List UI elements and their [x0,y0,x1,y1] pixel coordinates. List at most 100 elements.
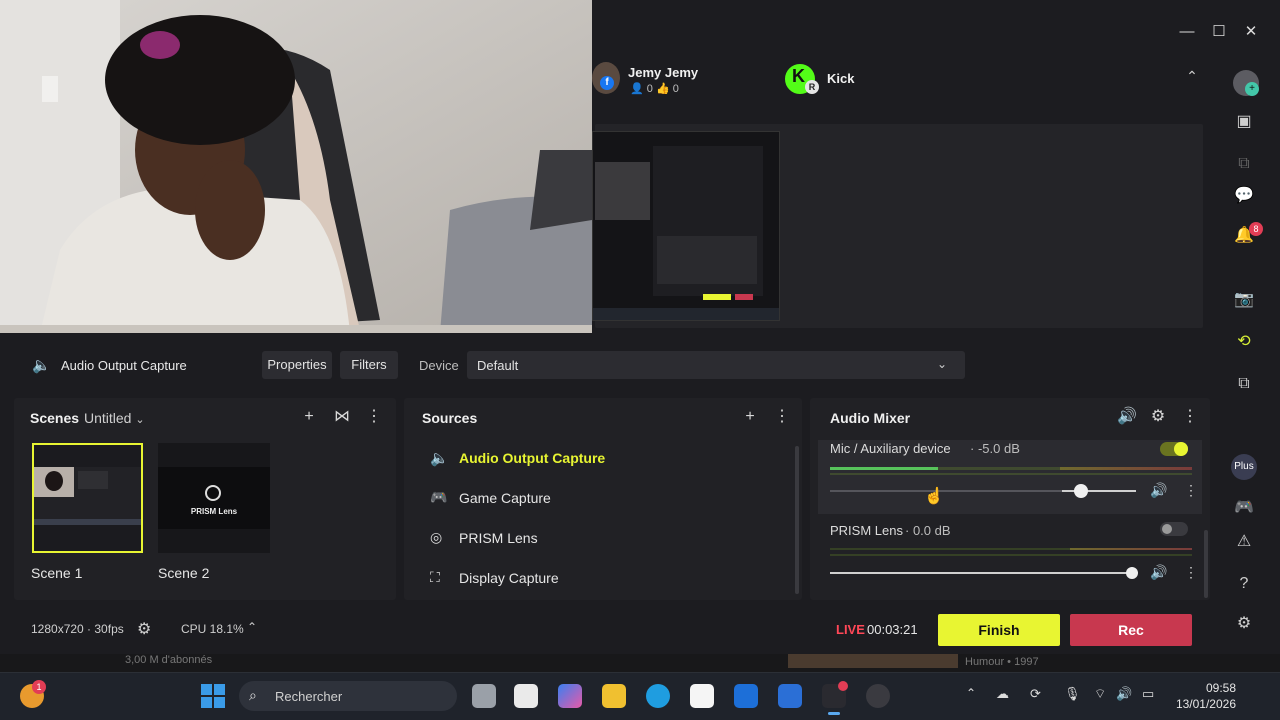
channel-toggle[interactable] [1160,442,1188,456]
chevron-up-icon[interactable]: ⌃ [247,620,257,634]
channel-toggle[interactable] [1160,522,1188,536]
store-app-icon[interactable] [690,684,714,708]
source-item[interactable]: 🎮 Game Capture [428,486,788,512]
source-label: PRISM Lens [459,530,538,546]
minimize-button[interactable]: — [1176,22,1198,42]
more-options-icon[interactable]: ⋮ [365,408,383,426]
slider-handle[interactable] [1074,484,1088,498]
scene-copy-icon[interactable]: ⧉ [1234,374,1254,394]
properties-button[interactable]: Properties [262,351,332,379]
slider-handle[interactable] [1126,567,1138,579]
speaker-icon: 🔈 [32,357,51,374]
capcut-app-icon[interactable] [514,684,538,708]
scene-thumbnail-1[interactable] [32,443,143,553]
scene-collection-name: Untitled [84,410,132,426]
clock-time[interactable]: 09:58 [1172,681,1236,695]
more-options-icon[interactable]: ⋮ [773,408,791,426]
gear-icon[interactable]: ⚙ [1149,408,1167,426]
finish-button[interactable]: Finish [938,614,1060,646]
file-explorer-app-icon[interactable] [472,684,496,708]
channel-stats: 👤 0 👍 0 [630,82,679,95]
channel-db: · -5.0 dB [970,441,1020,456]
like-icon: 👍 [655,83,670,95]
rec-button[interactable]: Rec [1070,614,1192,646]
search-placeholder: Rechercher [275,689,343,704]
obs-app-icon[interactable] [866,684,890,708]
volume-slider[interactable] [830,484,1136,498]
add-scene-icon[interactable]: + [300,408,318,426]
source-label: Display Capture [459,570,559,586]
wifi-icon[interactable]: ⌔ [1094,686,1106,702]
volume-icon[interactable]: 🔊 [1116,686,1132,702]
scene-collection-select[interactable]: Untitled ⌄ [84,410,145,426]
more-options-icon[interactable]: ⋮ [1184,564,1198,581]
sources-scrollbar[interactable] [795,446,799,594]
search-box[interactable]: ⌕ Rechercher [239,681,457,711]
channel-name: Mic / Auxiliary device [830,441,951,456]
scene-label-2[interactable]: Scene 2 [158,565,209,581]
lens-icon: ◎ [430,529,443,545]
scene-thumbnail-2[interactable]: PRISM Lens [158,443,270,553]
volume-slider[interactable] [830,567,1138,579]
title-bar: — ☐ ✕ [592,0,1257,48]
outlook-app-icon[interactable] [778,684,802,708]
mixer-channel-1: Mic / Auxiliary device · -5.0 dB 🔊 ⋮ [818,440,1202,514]
background-video-meta: Humour • 1997 [965,656,1039,668]
transition-icon[interactable]: ⋈ [333,408,351,426]
close-button[interactable]: ✕ [1240,22,1262,42]
maximize-button[interactable]: ☐ [1208,22,1230,42]
chevron-down-icon: ⌄ [135,414,145,426]
gear-icon[interactable]: ⚙ [137,619,151,639]
microphone-icon[interactable]: 🎙 [1064,686,1081,702]
kick-badge: R [805,80,819,94]
source-item[interactable]: ⛶ Display Capture [428,566,788,592]
start-icon[interactable] [201,684,225,708]
source-item[interactable]: 🔈 Audio Output Capture [428,446,788,472]
collapse-chevron-icon[interactable]: ⌃ [1184,68,1200,84]
level-meter [830,548,1192,550]
chat-icon[interactable]: 💬 [1234,186,1254,206]
help-icon[interactable]: ? [1234,574,1254,594]
vscode-app-icon[interactable] [734,684,758,708]
filters-button[interactable]: Filters [340,351,398,379]
scene-label-1[interactable]: Scene 1 [31,565,82,581]
scenes-title: Scenes [30,410,80,426]
volume-icon[interactable]: 🔊 [1150,564,1167,581]
sync-icon[interactable]: ⟳ [1030,686,1041,702]
widget-badge: 1 [32,680,46,694]
more-options-icon[interactable]: ⋮ [1181,408,1199,426]
edge-app-icon[interactable] [646,684,670,708]
volume-icon[interactable]: 🔊 [1117,408,1137,426]
active-app-indicator [828,712,840,715]
add-source-icon[interactable]: + [741,408,759,426]
battery-icon[interactable]: ▭ [1142,686,1154,702]
channel-name: Jemy Jemy [628,65,699,80]
layout-icon[interactable]: ▣ [1234,112,1254,132]
channel-name: PRISM Lens [830,523,903,538]
viewer-count: 0 [646,83,653,95]
more-options-icon[interactable]: ⋮ [1184,482,1198,499]
scene-2-thumb-text: PRISM Lens [190,507,238,516]
volume-icon[interactable]: 🔊 [1150,482,1167,499]
clock-date[interactable]: 13/01/2026 [1172,697,1236,711]
mixer-scrollbar[interactable] [1204,530,1208,598]
copilot-app-icon[interactable] [558,684,582,708]
mouse-cursor-icon: ☝ [924,488,944,505]
camera-icon[interactable]: 📷 [1234,290,1254,310]
webcam-feed [0,0,592,333]
cloud-icon[interactable]: ☁ [996,686,1009,702]
background-window-strip: 3,00 M d'abonnés Humour • 1997 [0,654,1280,672]
folder-app-icon[interactable] [602,684,626,708]
source-item[interactable]: ◎ PRISM Lens [428,526,788,552]
source-label: Audio Output Capture [459,450,606,466]
cpu-usage: CPU 18.1% [181,622,244,636]
alert-icon[interactable]: ⚠ [1234,532,1254,552]
plus-button[interactable]: Plus [1231,454,1257,480]
chevron-up-icon[interactable]: ⌃ [966,686,976,700]
gamepad-icon[interactable]: 🎮 [1234,498,1254,518]
virtual-camera-icon[interactable]: ⟲ [1234,332,1254,352]
device-select[interactable]: Default ⌄ [467,351,965,379]
selected-source-name: Audio Output Capture [61,358,187,373]
settings-icon[interactable]: ⚙ [1234,614,1254,634]
multiview-icon[interactable]: ⧉ [1234,154,1254,174]
